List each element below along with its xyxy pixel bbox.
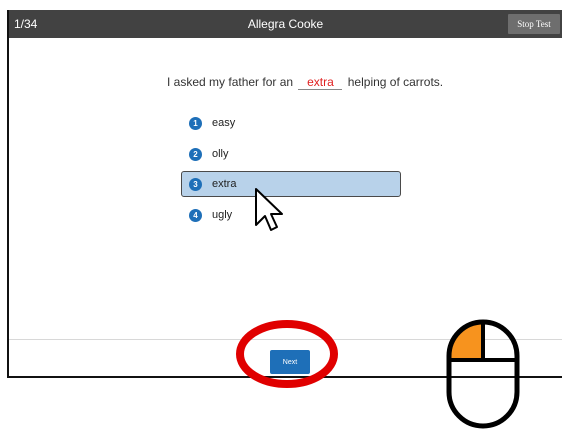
option-1[interactable]: 1 easy (181, 110, 401, 136)
option-2[interactable]: 2 olly (181, 141, 401, 167)
answer-blank: extra (298, 76, 343, 90)
option-3[interactable]: 3 extra (181, 171, 401, 197)
question-sentence: I asked my father for an extra helping o… (167, 75, 443, 90)
question-text-after: helping of carrots. (347, 75, 444, 89)
option-number-badge: 3 (189, 178, 202, 191)
question-text-before: I asked my father for an (167, 75, 294, 89)
student-name: Allegra Cooke (247, 17, 324, 31)
header-bar: 1/34 Allegra Cooke Stop Test (9, 10, 562, 38)
option-number-badge: 1 (189, 117, 202, 130)
option-number-badge: 2 (189, 148, 202, 161)
option-label: easy (212, 117, 236, 129)
option-label: olly (212, 148, 229, 160)
option-number-badge: 4 (189, 209, 202, 222)
option-4[interactable]: 4 ugly (181, 202, 401, 228)
red-highlight-circle (236, 320, 338, 388)
stop-test-button[interactable]: Stop Test (508, 14, 560, 34)
mouse-pointer-icon (255, 188, 283, 231)
option-label: extra (212, 178, 237, 190)
mouse-left-click-icon (446, 319, 520, 429)
option-label: ugly (212, 209, 233, 221)
